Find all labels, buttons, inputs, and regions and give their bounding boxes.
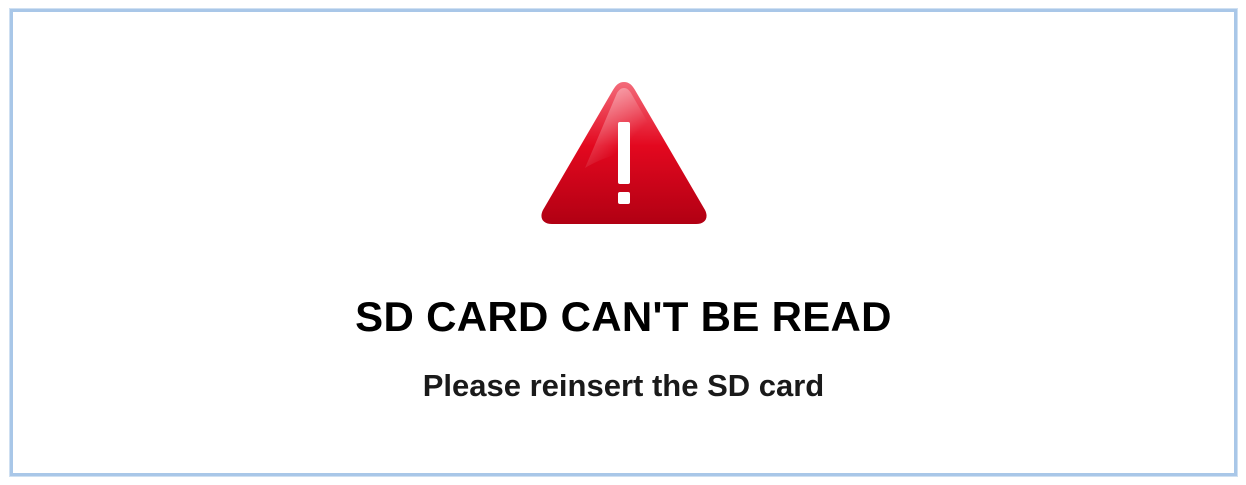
sd-card-error-dialog: SD CARD CAN'T BE READ Please reinsert th… [10, 9, 1237, 476]
error-title: SD CARD CAN'T BE READ [355, 293, 892, 340]
error-message: Please reinsert the SD card [422, 368, 825, 403]
warning-triangle-icon [541, 82, 707, 224]
